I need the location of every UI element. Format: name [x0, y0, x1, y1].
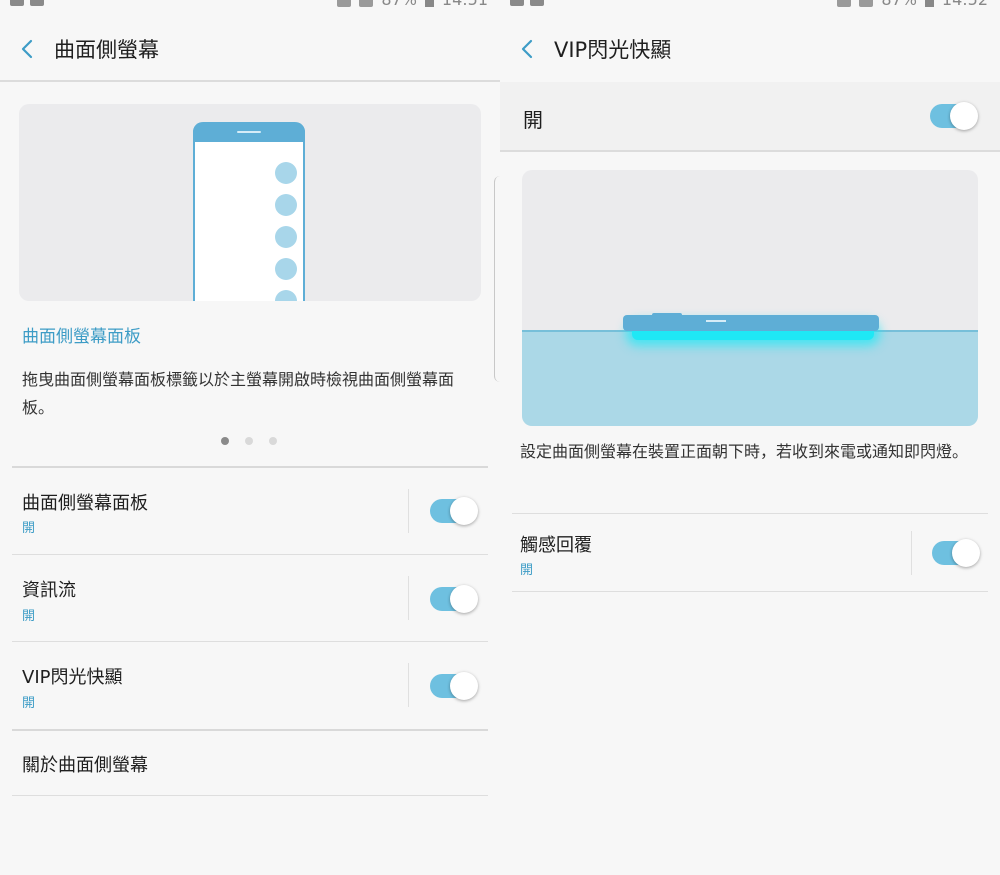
row-status: 開 — [22, 521, 36, 536]
edge-panel-description: 拖曳曲面側螢幕面板標籤以於主螢幕開啟時檢視曲面側螢幕面板。 — [22, 370, 455, 417]
row-edge-feeds[interactable]: 資訊流 開 — [0, 555, 500, 642]
mute-icon — [337, 0, 352, 7]
toggle-knob — [450, 497, 478, 525]
signal-icon — [859, 0, 874, 7]
edge-panels-toggle[interactable] — [430, 497, 478, 525]
table-surface — [522, 330, 978, 426]
row-divider — [12, 795, 488, 796]
toggle-knob — [450, 585, 478, 613]
row-title: 觸感回覆 — [520, 535, 592, 556]
row-edge-lighting[interactable]: VIP閃光快顯 開 — [0, 642, 500, 729]
status-bar: 87% 14:52 — [500, 0, 1000, 9]
phone-illustration — [193, 122, 305, 301]
edge-lighting-illustration — [522, 170, 978, 426]
master-switch-toggle[interactable] — [930, 102, 978, 130]
status-right: 87% 14:52 — [837, 0, 988, 9]
row-vibration-feedback[interactable]: 觸感回覆 開 — [500, 514, 1000, 591]
battery-icon — [924, 0, 934, 7]
row-title: VIP閃光快顯 — [22, 667, 123, 688]
facedown-device — [623, 315, 879, 331]
row-separator — [408, 663, 409, 707]
battery-percent: 87% — [881, 0, 917, 9]
signal-icon — [359, 0, 374, 7]
back-arrow-icon — [21, 39, 33, 59]
edge-feeds-toggle[interactable] — [430, 585, 478, 613]
panel-dot — [275, 194, 297, 216]
page-title: VIP閃光快顯 — [554, 38, 672, 62]
battery-icon — [424, 0, 434, 7]
toggle-knob — [450, 672, 478, 700]
row-title: 資訊流 — [22, 580, 76, 601]
notification-icon — [10, 0, 24, 6]
device-speaker — [706, 320, 726, 322]
master-switch-label: 開 — [523, 108, 543, 132]
mute-icon — [837, 0, 852, 7]
row-title: 關於曲面側螢幕 — [22, 755, 148, 776]
clock: 14:51 — [442, 0, 488, 9]
status-bar: 87% 14:51 — [0, 0, 500, 9]
row-divider — [512, 591, 988, 592]
row-status: 開 — [22, 609, 36, 624]
row-edge-panels[interactable]: 曲面側螢幕面板 開 — [0, 467, 500, 554]
row-separator — [408, 489, 409, 533]
edge-lighting-description: 設定曲面側螢幕在裝置正面朝下時，若收到來電或通知即閃燈。 — [520, 442, 969, 461]
page-title: 曲面側螢幕 — [54, 38, 159, 62]
header-divider — [0, 80, 500, 82]
panel-dot — [275, 226, 297, 248]
row-separator — [911, 531, 912, 575]
app-bar: VIP閃光快顯 — [500, 18, 1000, 80]
app-bar: 曲面側螢幕 — [0, 18, 500, 80]
edge-lighting-toggle[interactable] — [430, 672, 478, 700]
phone-top-bar — [193, 122, 305, 142]
page-indicator — [221, 437, 277, 445]
notification-icon — [30, 0, 44, 6]
vibration-feedback-toggle[interactable] — [932, 539, 980, 567]
panel-dot — [275, 290, 297, 301]
back-button[interactable] — [502, 23, 554, 75]
row-status: 開 — [22, 696, 36, 711]
panel-dot — [275, 258, 297, 280]
curved-screen-settings: 87% 14:51 曲面側螢幕 曲面側螢幕面板 拖曳曲面側螢幕面板標籤以於主螢幕… — [0, 0, 500, 875]
toggle-knob — [952, 539, 980, 567]
row-about-edge-screen[interactable]: 關於曲面側螢幕 — [0, 731, 500, 795]
row-separator — [408, 576, 409, 620]
page-dot-active[interactable] — [221, 437, 229, 445]
status-right: 87% 14:51 — [337, 0, 488, 9]
page-dot[interactable] — [245, 437, 253, 445]
toggle-knob — [950, 102, 978, 130]
row-status: 開 — [520, 563, 534, 578]
edge-panel-heading: 曲面側螢幕面板 — [22, 327, 141, 347]
edge-lighting-settings: 87% 14:52 VIP閃光快顯 開 設定曲面側螢幕在裝置正面朝下時，若收到來… — [500, 0, 1000, 875]
notification-icons — [10, 0, 44, 6]
back-button[interactable] — [2, 23, 54, 75]
notification-icon — [510, 0, 524, 6]
clock: 14:52 — [942, 0, 988, 9]
notification-icons — [510, 0, 544, 6]
header-divider — [500, 150, 1000, 152]
row-title: 曲面側螢幕面板 — [22, 493, 148, 514]
battery-percent: 87% — [381, 0, 417, 9]
master-switch-row[interactable]: 開 — [500, 82, 1000, 150]
back-arrow-icon — [521, 39, 533, 59]
edge-panel-illustration[interactable] — [19, 104, 481, 301]
page-dot[interactable] — [269, 437, 277, 445]
notification-icon — [530, 0, 544, 6]
panel-dot — [275, 162, 297, 184]
